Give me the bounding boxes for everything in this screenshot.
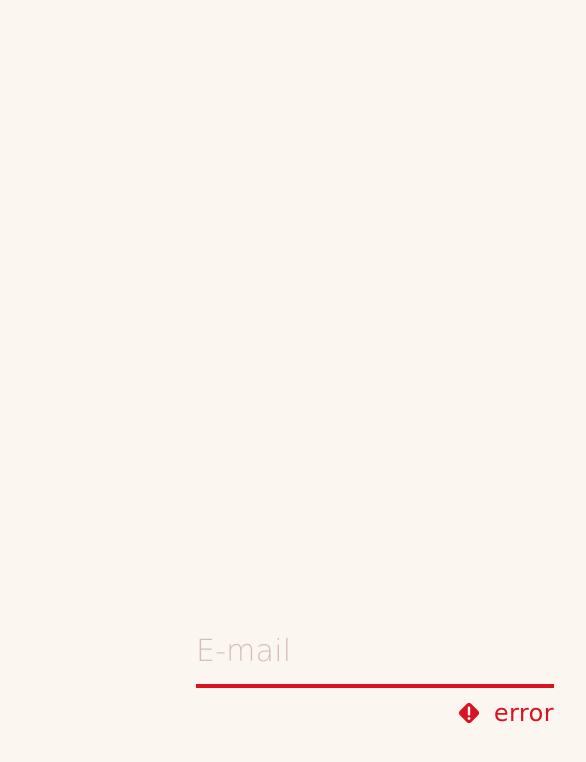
email-input[interactable]: [196, 618, 554, 684]
error-text: error: [493, 699, 554, 727]
email-field[interactable]: [196, 618, 554, 688]
error-diamond-icon: [456, 700, 482, 726]
field-underline: [196, 684, 554, 688]
error-message: error: [456, 696, 554, 730]
